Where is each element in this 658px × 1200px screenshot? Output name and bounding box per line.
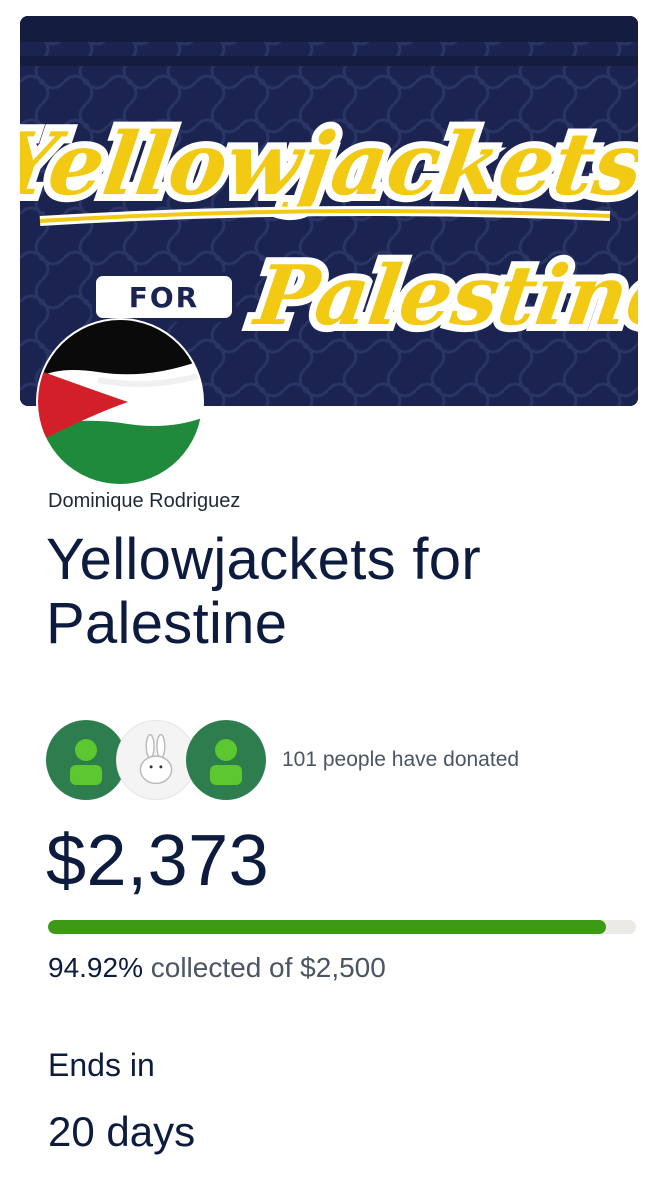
banner-for-badge: FOR [92, 272, 236, 322]
donor-avatar [186, 720, 266, 800]
goal-stats: 94.92% collected of $2,500 [48, 952, 386, 984]
organizer-avatar [38, 320, 202, 484]
person-icon [210, 739, 242, 785]
ends-value: 20 days [48, 1108, 196, 1155]
progress-bar [48, 920, 636, 934]
amount-raised: $2,373 [46, 821, 270, 901]
fundraiser-title: Yellowjackets for Palestine [46, 527, 481, 656]
ends-label: Ends in [48, 1047, 155, 1083]
banner-line2: Palestine [248, 248, 638, 344]
donor-avatar [46, 720, 126, 800]
organizer-name[interactable]: Dominique Rodriguez [48, 490, 240, 513]
donor-count[interactable]: 101 people have donated [282, 748, 519, 772]
goal-text: collected of $2,500 [150, 952, 386, 983]
palestine-flag-icon [38, 320, 202, 484]
donor-avatar [116, 720, 196, 800]
progress-fill [48, 920, 607, 934]
banner-line1: Yellowjackets [20, 114, 638, 215]
percent-collected: 94.92% [48, 952, 143, 983]
person-icon [70, 739, 102, 785]
donors-row[interactable]: 101 people have donated [46, 720, 646, 800]
bunny-icon [139, 733, 173, 785]
banner-badge-text: FOR [129, 281, 200, 314]
